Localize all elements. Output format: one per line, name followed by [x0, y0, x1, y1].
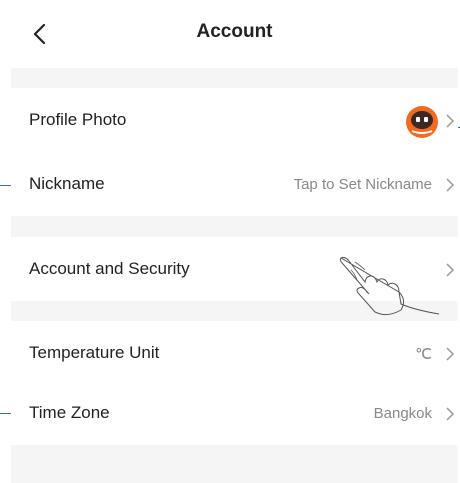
- settings-group: Temperature Unit ℃ Time Zone Bangkok: [11, 321, 458, 445]
- profile-photo-row[interactable]: Profile Photo: [11, 88, 458, 152]
- temperature-unit-row[interactable]: Temperature Unit ℃: [11, 321, 458, 385]
- chevron-right-icon: [446, 347, 455, 361]
- profile-group: Profile Photo Nickname Tap to Set Nickna…: [11, 88, 458, 216]
- page-title: Account: [196, 21, 273, 42]
- top-navigation-bar: Account: [11, 0, 458, 68]
- temperature-unit-value: ℃: [415, 346, 432, 363]
- time-zone-row[interactable]: Time Zone Bangkok: [11, 381, 458, 445]
- nickname-row[interactable]: Nickname Tap to Set Nickname: [11, 152, 458, 216]
- time-zone-value: Bangkok: [373, 405, 432, 422]
- chevron-right-icon: [446, 178, 455, 192]
- nickname-label: Nickname: [29, 174, 105, 193]
- chevron-right-icon: [446, 407, 455, 421]
- nickname-value: Tap to Set Nickname: [293, 176, 432, 193]
- chevron-right-icon: [446, 263, 455, 277]
- tap-hand-icon: [339, 256, 440, 316]
- temperature-unit-label: Temperature Unit: [29, 343, 160, 362]
- time-zone-label: Time Zone: [29, 403, 110, 422]
- profile-photo-label: Profile Photo: [29, 110, 127, 129]
- account-and-security-label: Account and Security: [29, 259, 190, 278]
- chevron-right-icon: [446, 114, 455, 128]
- robot-avatar-icon: [406, 106, 438, 138]
- account-screen: Account Profile Photo Nickname Tap to Se…: [11, 0, 458, 483]
